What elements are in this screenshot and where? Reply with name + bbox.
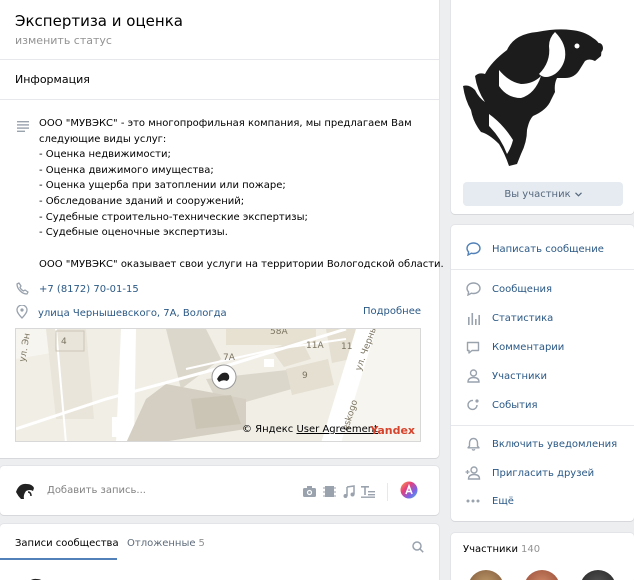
description-line: - Судебные строительно-технические экспе… bbox=[39, 211, 308, 223]
status-edit-link[interactable]: изменить статус bbox=[15, 34, 112, 47]
group-actions-card: Написать сообщение Сообщения Статистика … bbox=[451, 225, 634, 521]
chat-icon bbox=[465, 281, 481, 297]
more-button[interactable]: Ещё bbox=[465, 491, 514, 511]
menu-item-messages[interactable]: Сообщения bbox=[465, 279, 552, 299]
enable-notifications-button[interactable]: Включить уведомления bbox=[465, 434, 617, 454]
description-footer: ООО "МУВЭКС" оказывает свои услуги на те… bbox=[39, 258, 444, 270]
description-line: следующие виды услуг: bbox=[39, 133, 167, 145]
menu-item-label: Статистика bbox=[492, 312, 554, 324]
map-label: 9 bbox=[302, 371, 308, 381]
map-label: 11 bbox=[341, 342, 353, 352]
send-message-label: Написать сообщение bbox=[492, 243, 604, 255]
description-line: - Обследование зданий и сооружений; bbox=[39, 195, 245, 207]
post-toolbar bbox=[302, 481, 418, 503]
tab-community-posts[interactable]: Записи сообщества bbox=[15, 538, 119, 549]
location-pin-icon bbox=[16, 304, 28, 323]
music-icon[interactable] bbox=[342, 483, 355, 502]
avatar[interactable] bbox=[468, 570, 504, 580]
stats-icon bbox=[465, 310, 481, 326]
comment-icon bbox=[465, 339, 481, 355]
group-avatar-card: Вы участник bbox=[451, 0, 634, 214]
divider bbox=[451, 269, 634, 270]
member-status-label: Вы участник bbox=[504, 188, 571, 200]
phone-row[interactable]: +7 (8172) 70-01-15 bbox=[16, 280, 139, 299]
map-label: 7А bbox=[223, 353, 235, 363]
description-line: - Оценка ущерба при затоплении или пожар… bbox=[39, 180, 286, 192]
members-card: Участники 140 bbox=[451, 533, 634, 580]
menu-item-events[interactable]: События bbox=[465, 395, 538, 415]
members-title: Участники bbox=[463, 544, 519, 555]
menu-item-statistics[interactable]: Статистика bbox=[465, 308, 553, 328]
dog-logo-icon[interactable] bbox=[459, 14, 605, 174]
poster-icon[interactable] bbox=[400, 481, 418, 503]
user-icon bbox=[465, 368, 481, 384]
group-avatar-icon bbox=[24, 572, 46, 580]
events-icon bbox=[465, 397, 481, 413]
add-user-icon bbox=[465, 465, 481, 481]
description-line: - Оценка движимого имущества; bbox=[39, 164, 214, 176]
phone-number[interactable]: +7 (8172) 70-01-15 bbox=[39, 284, 139, 295]
menu-item-label: Пригласить друзей bbox=[492, 467, 595, 479]
group-info-card: Экспертиза и оценка изменить статус Инфо… bbox=[0, 0, 444, 458]
invite-friends-button[interactable]: Пригласить друзей bbox=[465, 463, 594, 483]
yandex-logo: Yandex bbox=[370, 424, 415, 437]
more-dots-icon bbox=[465, 493, 481, 509]
divider bbox=[0, 99, 439, 100]
members-heading[interactable]: Участники 140 bbox=[463, 544, 540, 555]
menu-item-label: События bbox=[492, 399, 538, 411]
video-icon[interactable] bbox=[323, 483, 336, 502]
address-more-link[interactable]: Подробнее bbox=[363, 306, 421, 317]
divider bbox=[0, 59, 439, 60]
address-map[interactable]: 4 58А 7А 11А 11 9 ул. Черны ул. Эн eskog… bbox=[15, 328, 421, 442]
user-agreement-link[interactable]: User Agreement bbox=[296, 424, 378, 435]
tab-postponed-count: 5 bbox=[198, 538, 205, 549]
menu-item-label: Включить уведомления bbox=[492, 438, 618, 450]
divider bbox=[451, 425, 634, 426]
send-message-button[interactable]: Написать сообщение bbox=[465, 239, 604, 259]
active-tab-indicator bbox=[0, 558, 117, 560]
chevron-down-icon bbox=[574, 189, 582, 200]
map-label: 58А bbox=[270, 328, 288, 337]
article-icon[interactable] bbox=[361, 483, 375, 502]
tab-postponed[interactable]: Отложенные 5 bbox=[127, 538, 205, 549]
page-title: Экспертиза и оценка bbox=[15, 12, 183, 30]
description: ООО "МУВЭКС" - это многопрофильная компа… bbox=[39, 116, 444, 272]
members-count: 140 bbox=[521, 544, 541, 555]
group-avatar-icon bbox=[14, 480, 36, 504]
search-icon[interactable] bbox=[412, 538, 424, 557]
post-input[interactable]: Добавить запись... bbox=[47, 485, 146, 496]
menu-item-label: Сообщения bbox=[492, 283, 553, 295]
message-icon bbox=[465, 241, 481, 257]
menu-item-members[interactable]: Участники bbox=[465, 366, 547, 386]
menu-item-label: Комментарии bbox=[492, 341, 565, 353]
info-section-label: Информация bbox=[15, 73, 90, 86]
map-label: 4 bbox=[61, 337, 67, 347]
member-status-button[interactable]: Вы участник bbox=[463, 182, 623, 206]
tab-postponed-label: Отложенные bbox=[127, 538, 196, 549]
menu-item-comments[interactable]: Комментарии bbox=[465, 337, 564, 357]
wall-tabs-card: Записи сообщества Отложенные 5 bbox=[0, 524, 439, 580]
camera-icon[interactable] bbox=[302, 483, 317, 502]
menu-item-label: Ещё bbox=[492, 495, 514, 507]
map-copyright: © Яндекс User Agreement bbox=[242, 424, 378, 435]
avatar[interactable] bbox=[580, 570, 616, 580]
description-line: ООО "МУВЭКС" - это многопрофильная компа… bbox=[39, 118, 412, 129]
address-link[interactable]: улица Чернышевского, 7А, Вологда bbox=[38, 308, 227, 319]
map-label: 11А bbox=[306, 341, 324, 351]
description-line: - Судебные оценочные экспертизы. bbox=[39, 227, 228, 239]
toolbar-divider bbox=[387, 483, 388, 501]
map-copyright-text: © Яндекс bbox=[242, 424, 294, 435]
avatar[interactable] bbox=[524, 570, 560, 580]
menu-item-label: Участники bbox=[492, 370, 548, 382]
description-line: - Оценка недвижимости; bbox=[39, 149, 171, 161]
address-row[interactable]: улица Чернышевского, 7А, Вологда bbox=[16, 304, 227, 323]
post-composer[interactable]: Добавить запись... bbox=[0, 466, 439, 515]
phone-icon bbox=[16, 280, 29, 299]
bell-icon bbox=[465, 436, 481, 452]
description-icon bbox=[17, 117, 29, 136]
